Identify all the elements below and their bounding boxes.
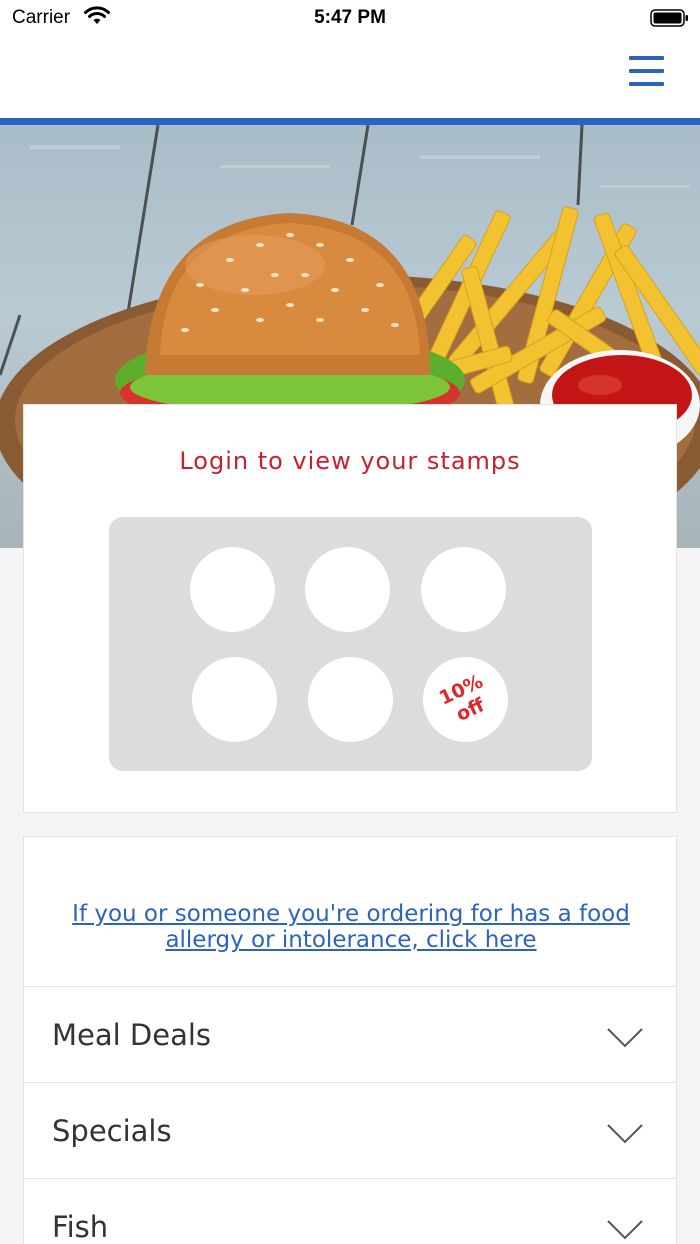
chevron-down-icon bbox=[607, 1028, 643, 1048]
stamp-slot-2 bbox=[305, 547, 390, 632]
stamp-card: Login to view your stamps 10% off bbox=[23, 404, 677, 813]
category-label: Fish bbox=[52, 1210, 109, 1244]
nav-divider bbox=[0, 118, 700, 125]
battery-icon bbox=[650, 9, 688, 27]
login-to-view-stamps-label[interactable]: Login to view your stamps bbox=[24, 447, 676, 475]
category-fish[interactable]: Fish bbox=[23, 1178, 677, 1244]
category-specials[interactable]: Specials bbox=[23, 1082, 677, 1179]
clock: 5:47 PM bbox=[314, 7, 386, 28]
stamp-slot-3 bbox=[421, 547, 506, 632]
stamp-reward-slot: 10% off bbox=[423, 657, 508, 742]
stamp-slot-5 bbox=[308, 657, 393, 742]
allergy-card: If you or someone you're ordering for ha… bbox=[23, 836, 677, 987]
category-label: Meal Deals bbox=[52, 1018, 212, 1052]
category-meal-deals[interactable]: Meal Deals bbox=[23, 986, 677, 1083]
stamp-slot-1 bbox=[190, 547, 275, 632]
chevron-down-icon bbox=[607, 1220, 643, 1240]
reward-label: 10% off bbox=[436, 670, 496, 729]
stamp-tray: 10% off bbox=[109, 517, 592, 771]
allergy-info-link[interactable]: If you or someone you're ordering for ha… bbox=[44, 901, 658, 953]
chevron-down-icon bbox=[607, 1124, 643, 1144]
hamburger-menu-icon[interactable] bbox=[629, 54, 665, 88]
category-label: Specials bbox=[52, 1114, 172, 1148]
status-bar: Carrier 5:47 PM bbox=[0, 0, 700, 40]
nav-bar bbox=[0, 40, 700, 120]
stamp-slot-4 bbox=[192, 657, 277, 742]
